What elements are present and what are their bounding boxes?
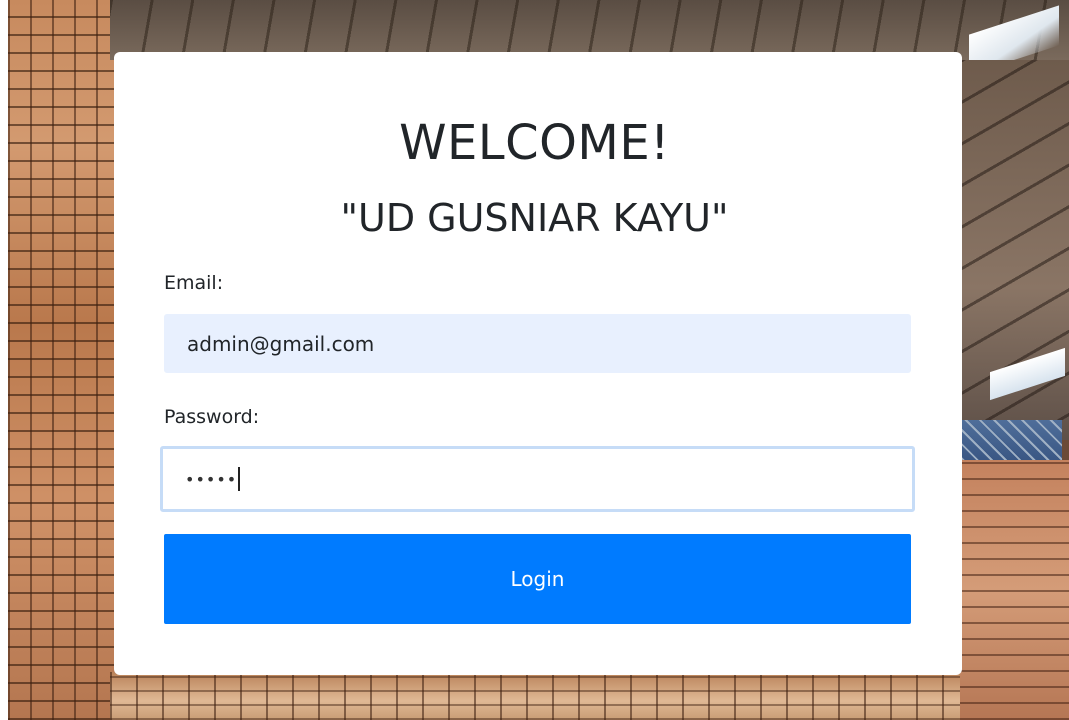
email-input[interactable] xyxy=(164,314,911,373)
login-button[interactable]: Login xyxy=(164,534,911,624)
background-lumber-stack-left xyxy=(8,0,118,720)
background-lumber-stack-bottom xyxy=(110,672,960,720)
background-lumber-stack-right xyxy=(960,460,1069,720)
background-edge xyxy=(0,0,8,720)
welcome-title: WELCOME! xyxy=(399,115,670,171)
text-caret xyxy=(238,467,241,491)
password-input[interactable]: ••••• xyxy=(160,446,915,512)
company-name-subtitle: "UD GUSNIAR KAYU" xyxy=(340,196,729,240)
password-label: Password: xyxy=(164,406,260,428)
background-roof xyxy=(110,0,1069,60)
email-label: Email: xyxy=(164,272,224,294)
password-mask: ••••• xyxy=(185,469,238,489)
background-truss xyxy=(962,420,1062,460)
